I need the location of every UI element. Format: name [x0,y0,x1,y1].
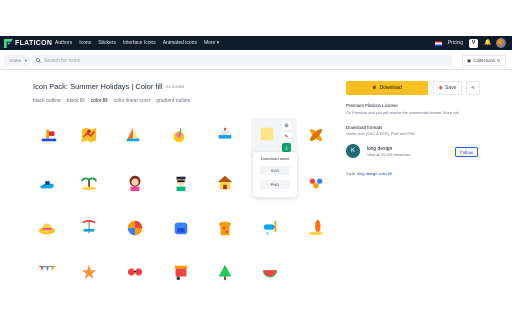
surfboard-icon[interactable] [307,126,325,144]
nav-icons[interactable]: Icons [79,40,91,46]
bookmark-icon: ◉ [438,85,443,91]
flower-garland-icon[interactable] [307,174,325,192]
png-download-button[interactable]: PNG [260,180,290,189]
sunglasses-icon[interactable] [126,263,144,281]
tab-black-outline[interactable]: black outline [33,98,61,104]
download-icon[interactable]: ⤓ [282,143,291,152]
nav-right: Pricing V 🔔 [434,37,506,49]
download-button[interactable]: ♛ Download [346,81,428,95]
license-text: Go Premium and you will receive the comm… [346,111,460,115]
download-popup: Download asset SVG PNG [253,152,297,197]
snorkel-icon[interactable] [261,219,279,237]
sailboat-icon[interactable] [124,126,142,144]
tab-color-fill[interactable]: color fill [91,98,108,104]
author-resources[interactable]: View all 25,539 resources [367,153,410,157]
nav-more[interactable]: More ▾ [204,40,219,46]
palm-island-icon[interactable] [80,174,98,192]
hover-tools: ⊞ ✎ ⤓ [282,121,291,152]
author-row: K king design View all 25,539 resources … [346,143,480,163]
search-placeholder: Search for icons [44,57,81,64]
share-icon: ⋖ [470,85,476,91]
search-row: Icons ▾ Search for icons ▣ Collections 0 [0,52,512,70]
coconut-drink-icon[interactable] [170,126,188,144]
nav-animated-icons[interactable]: Animated icons [163,40,197,46]
chevron-down-icon: ▾ [24,57,28,63]
edit-icon[interactable]: ✎ [282,132,291,141]
crown-icon: ♛ [372,85,377,91]
ice-cream-cart-icon[interactable] [172,263,190,281]
search-category-select[interactable]: Icons ▾ [4,55,30,66]
save-button[interactable]: ◉ Save [433,81,462,95]
author-name[interactable]: king design [367,146,392,152]
style-line: Style: king design color fill [346,171,392,176]
search-input[interactable]: Search for icons [32,55,452,66]
formats-title: Download formats [346,125,383,130]
beach-chair-icon[interactable] [80,219,98,237]
license-title: Premium Flaticon License [346,103,398,108]
logo-text: FLATICON [15,39,53,47]
sun-hat-icon[interactable] [38,219,56,237]
watermelon-icon[interactable] [261,263,279,281]
notification-bell-icon[interactable]: 🔔 [484,40,491,47]
hovered-icon [260,127,274,141]
premium-badge-icon[interactable]: V [469,38,478,48]
map-icon[interactable] [80,126,98,144]
pricing-link[interactable]: Pricing [448,40,463,46]
nav-authors[interactable]: Authors [55,40,72,46]
collection-add-icon[interactable]: ⊞ [282,121,291,130]
beach-ball-icon[interactable] [126,219,144,237]
user-avatar[interactable] [496,38,506,48]
save-label: Save [444,85,457,91]
collections-count: 0 [497,58,500,63]
language-flag-icon[interactable] [434,40,442,46]
style-link[interactable]: king design color fill [357,171,392,176]
flaticon-logo-icon [4,38,13,48]
popup-title: Download asset [260,156,290,161]
tab-gradient-outline[interactable]: gradient outline [156,98,190,104]
style-prefix: Style: [346,171,357,176]
nav-interface-icons[interactable]: Interface Icons [123,40,156,46]
tab-black-fill[interactable]: black fill [67,98,85,104]
tab-color-linear-color[interactable]: color linear color [114,98,151,104]
page-title: Icon Pack: Summer Holidays | Color fill [33,82,163,91]
cruise-ship-icon[interactable] [216,126,234,144]
collections-button[interactable]: ▣ Collections 0 [462,55,506,66]
collections-label: Collections [473,58,496,63]
formats-text: Vector icon (SVG & EPS), PNG and PSD [346,132,416,136]
beach-hut-icon[interactable] [216,174,234,192]
man-sunglasses-icon[interactable] [172,174,190,192]
jet-ski-icon[interactable] [38,174,56,192]
download-label: Download [379,85,402,91]
bunting-icon[interactable] [38,263,56,281]
share-button[interactable]: ⋖ [466,81,480,95]
backpack-icon[interactable] [172,219,190,237]
boat-icon[interactable] [40,126,58,144]
starfish-icon[interactable] [80,263,98,281]
collections-icon: ▣ [467,57,472,63]
follow-button[interactable]: Follow [455,147,478,157]
search-icon [36,58,41,63]
author-avatar[interactable]: K [346,144,360,158]
surf-island-icon[interactable] [307,219,325,237]
flaticon-logo[interactable]: FLATICON [4,38,52,48]
svg-download-button[interactable]: SVG [260,166,290,175]
search-category-label: Icons [10,58,21,63]
style-tabs: black outline black fill color fill colo… [33,98,190,104]
nav-stickers[interactable]: Stickers [98,40,116,46]
pine-tree-icon[interactable] [216,263,234,281]
woman-avatar-icon[interactable] [126,174,144,192]
icon-count: 21 ICONS [166,84,185,89]
hawaiian-shirt-icon[interactable] [216,219,234,237]
nav-links: Authors Icons Stickers Interface Icons A… [55,38,219,48]
